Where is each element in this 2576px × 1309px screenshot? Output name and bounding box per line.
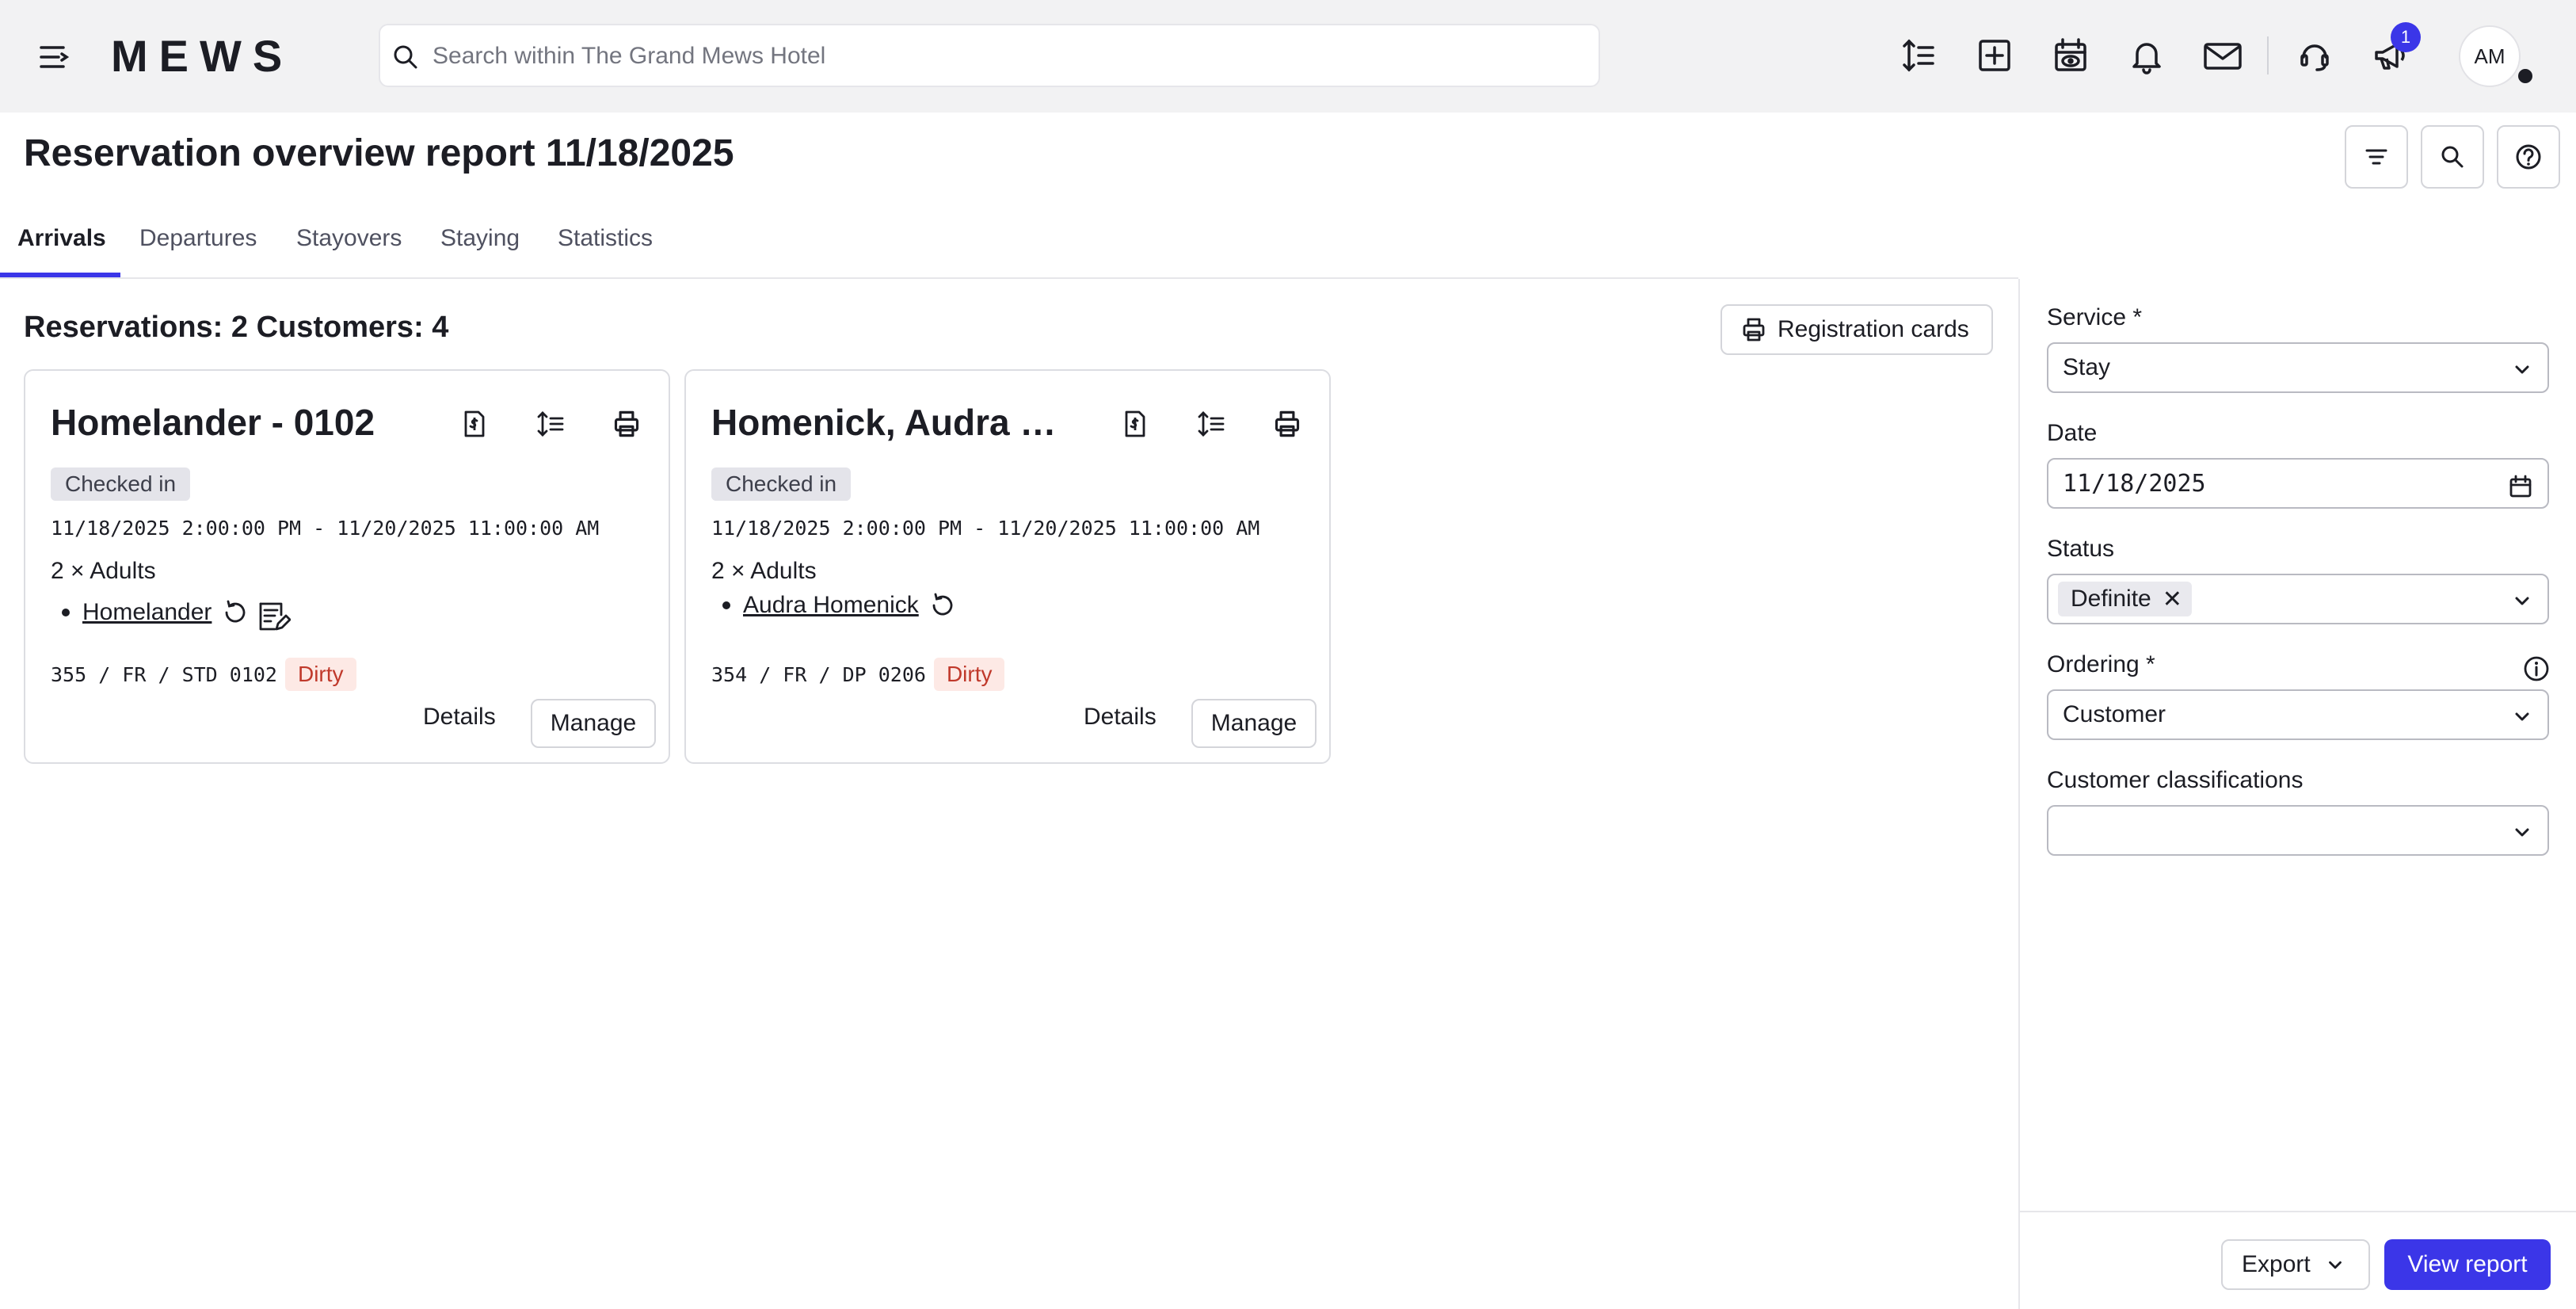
registration-cards-label: Registration cards <box>1778 316 1969 342</box>
status-badge: Checked in <box>711 468 852 501</box>
guest-name-link[interactable]: Homelander <box>82 599 211 626</box>
reservation-summary: Reservations: 2 Customers: 4 <box>24 311 449 344</box>
reservation-dates: 11/18/2025 2:00:00 PM - 11/20/2025 11:00… <box>711 517 1260 540</box>
printer-icon[interactable] <box>605 403 648 445</box>
room-label: 354 / FR / DP 0206 <box>711 662 926 686</box>
chevron-down-icon <box>2515 712 2529 721</box>
reservation-card: Homelander - 0102 Checked in 11/18/2025 … <box>24 369 670 764</box>
printer-icon <box>1743 318 1765 342</box>
chevron-down-icon <box>2328 1261 2342 1269</box>
search-report-button[interactable] <box>2421 125 2484 189</box>
details-button[interactable]: Details <box>423 704 496 731</box>
reservation-card: Homenick, Audra - 0206 Checked in 11/18/… <box>684 369 1331 764</box>
housekeeping-badge: Dirty <box>933 658 1005 691</box>
room-label: 355 / FR / STD 0102 <box>51 662 277 686</box>
reservation-dates: 11/18/2025 2:00:00 PM - 11/20/2025 11:00… <box>51 517 600 540</box>
ordering-value: Customer <box>2063 701 2166 727</box>
customer-classifications-select[interactable] <box>2047 805 2549 856</box>
search-icon <box>2441 146 2464 168</box>
top-bar: MEWS 1 AM <box>0 0 2576 113</box>
tab-arrivals[interactable]: Arrivals <box>17 225 106 252</box>
guest-name-link[interactable]: Audra Homenick <box>743 592 919 619</box>
search-icon <box>394 45 417 69</box>
export-label: Export <box>2242 1251 2311 1277</box>
ordering-select[interactable]: Customer <box>2047 689 2549 740</box>
details-button[interactable]: Details <box>1084 704 1157 731</box>
tab-stayovers[interactable]: Stayovers <box>296 225 402 252</box>
panel-footer-divider <box>2020 1211 2576 1212</box>
list-bullet <box>62 609 70 616</box>
avatar[interactable]: AM <box>2459 25 2521 87</box>
timeline-icon[interactable] <box>529 403 572 445</box>
reservation-title[interactable]: Homelander - 0102 <box>51 401 431 444</box>
printer-icon[interactable] <box>1266 403 1309 445</box>
date-label: Date <box>2047 420 2098 446</box>
registration-cards-button[interactable]: Registration cards <box>1721 304 1993 355</box>
guest-count: 2 × Adults <box>51 558 156 584</box>
mail-icon[interactable] <box>2201 33 2245 78</box>
service-label: Service * <box>2047 304 2143 330</box>
date-value: 11/18/2025 <box>2063 469 2206 498</box>
chevron-down-icon <box>2515 365 2529 374</box>
service-select[interactable]: Stay <box>2047 342 2549 393</box>
history-icon[interactable] <box>221 598 250 627</box>
help-icon <box>2516 144 2541 170</box>
room-info: 354 / FR / DP 0206 Dirty <box>711 658 1005 691</box>
search-box[interactable] <box>379 24 1600 87</box>
invoice-icon[interactable] <box>453 403 496 445</box>
info-icon[interactable] <box>2521 653 2552 685</box>
invoice-icon[interactable] <box>1114 403 1157 445</box>
add-square-icon[interactable] <box>1972 33 2017 78</box>
tab-staying[interactable]: Staying <box>440 225 520 252</box>
timeline-icon[interactable] <box>1190 403 1233 445</box>
list-bullet <box>722 601 730 609</box>
status-label: Status <box>2047 536 2115 562</box>
status-badge: Checked in <box>51 468 191 501</box>
close-icon[interactable]: ✕ <box>2163 586 2182 613</box>
filter-panel: Service * Stay Date 11/18/2025 Status De… <box>2018 279 2576 1309</box>
tab-departures[interactable]: Departures <box>139 225 257 252</box>
page-title: Reservation overview report 11/18/2025 <box>24 132 734 174</box>
bell-icon[interactable] <box>2124 33 2169 78</box>
status-chip-label: Definite <box>2071 586 2151 612</box>
ordering-label: Ordering * <box>2047 651 2155 677</box>
calendar-icon[interactable] <box>2508 474 2533 499</box>
date-input[interactable]: 11/18/2025 <box>2047 458 2549 509</box>
notes-icon[interactable] <box>256 599 292 634</box>
report-tabs: Arrivals Departures Stayovers Staying St… <box>0 214 2018 279</box>
menu-icon[interactable] <box>35 38 73 76</box>
reservation-title[interactable]: Homenick, Audra - 0206 <box>711 401 1060 444</box>
presence-status-indicator <box>2516 67 2535 86</box>
mews-logo[interactable]: MEWS <box>111 30 293 82</box>
calendar-view-icon[interactable] <box>2048 33 2093 78</box>
guest-list-item: Homelander <box>62 591 292 634</box>
tab-statistics[interactable]: Statistics <box>558 225 653 252</box>
view-report-button[interactable]: View report <box>2384 1239 2551 1290</box>
manage-button[interactable]: Manage <box>1191 699 1317 748</box>
service-value: Stay <box>2063 354 2111 380</box>
tabs-divider <box>0 277 2018 279</box>
history-icon[interactable] <box>928 591 957 620</box>
toolbar-divider <box>2267 36 2269 74</box>
room-info: 355 / FR / STD 0102 Dirty <box>51 658 356 691</box>
guest-list-item: Audra Homenick <box>722 591 957 620</box>
notification-badge: 1 <box>2391 22 2421 52</box>
help-button[interactable] <box>2497 125 2560 189</box>
manage-button[interactable]: Manage <box>531 699 656 748</box>
search-input[interactable] <box>433 35 1573 78</box>
filter-button[interactable] <box>2345 125 2408 189</box>
timeline-icon[interactable] <box>1896 33 1941 78</box>
chevron-down-icon <box>2515 597 2529 605</box>
chevron-down-icon <box>2515 828 2529 837</box>
customer-classifications-label: Customer classifications <box>2047 767 2304 793</box>
guest-count: 2 × Adults <box>711 558 817 584</box>
export-button[interactable]: Export <box>2221 1239 2370 1290</box>
filter-icon <box>2365 149 2387 165</box>
housekeeping-badge: Dirty <box>284 658 356 691</box>
support-icon[interactable] <box>2292 33 2337 78</box>
status-chip: Definite ✕ <box>2058 582 2192 616</box>
status-select[interactable]: Definite ✕ <box>2047 574 2549 624</box>
